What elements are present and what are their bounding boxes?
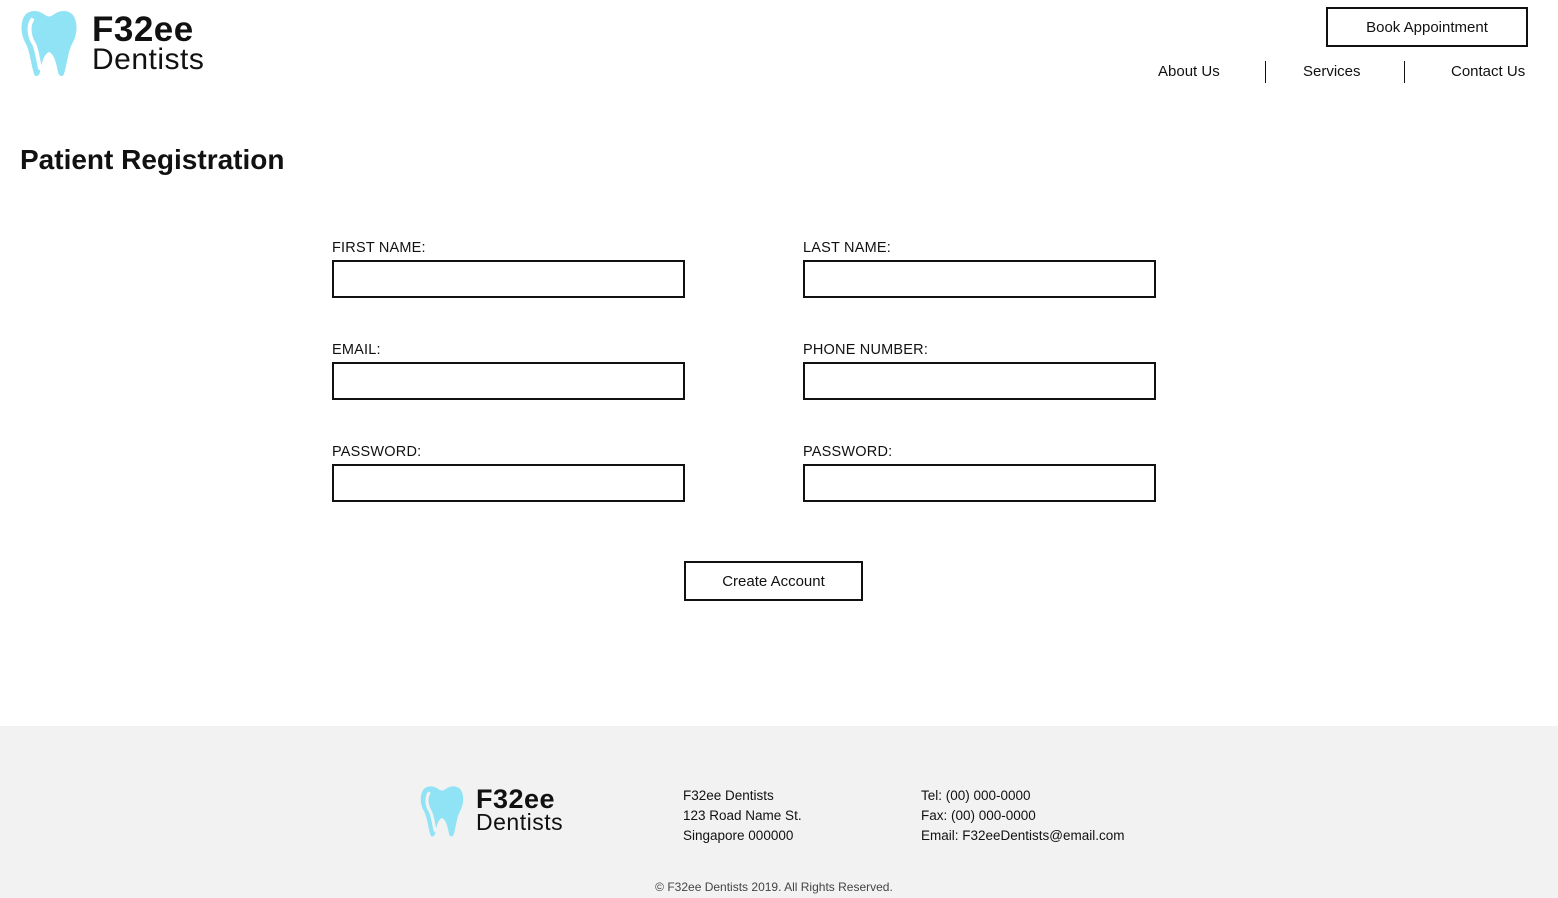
nav-divider bbox=[1265, 61, 1266, 83]
confirm-password-label: PASSWORD: bbox=[803, 444, 893, 460]
phone-field: PHONE NUMBER: bbox=[803, 342, 1157, 400]
footer-logo[interactable]: F32ee Dentists bbox=[418, 784, 563, 838]
last-name-input[interactable] bbox=[803, 260, 1156, 298]
first-name-label: FIRST NAME: bbox=[332, 240, 426, 256]
nav-about-us[interactable]: About Us bbox=[1158, 63, 1220, 80]
create-account-button[interactable]: Create Account bbox=[684, 561, 863, 601]
tooth-icon bbox=[420, 786, 464, 837]
last-name-field: LAST NAME: bbox=[803, 240, 1157, 298]
brand-subtitle: Dentists bbox=[92, 43, 205, 76]
email-field: EMAIL: bbox=[332, 342, 686, 400]
email-label: EMAIL: bbox=[332, 342, 381, 358]
footer-tel: Tel: (00) 000-0000 bbox=[921, 788, 1031, 803]
nav-contact-us[interactable]: Contact Us bbox=[1451, 63, 1525, 80]
first-name-field: FIRST NAME: bbox=[332, 240, 686, 298]
site-footer: F32ee Dentists F32ee Dentists 123 Road N… bbox=[0, 726, 1558, 898]
footer-fax: Fax: (00) 000-0000 bbox=[921, 808, 1036, 823]
site-logo[interactable]: F32ee Dentists bbox=[18, 8, 204, 78]
footer-email[interactable]: Email: F32eeDentists@email.com bbox=[921, 826, 1125, 846]
confirm-password-input[interactable] bbox=[803, 464, 1156, 502]
footer-address: F32ee Dentists 123 Road Name St. Singapo… bbox=[683, 786, 802, 846]
tooth-icon bbox=[21, 11, 77, 77]
confirm-password-field: PASSWORD: bbox=[803, 444, 1157, 502]
copyright-text: © F32ee Dentists 2019. All Rights Reserv… bbox=[655, 880, 893, 894]
footer-contact: Tel: (00) 000-0000 Fax: (00) 000-0000 Em… bbox=[921, 786, 1125, 846]
site-header: F32ee Dentists Book Appointment About Us… bbox=[0, 0, 1558, 110]
book-appointment-button[interactable]: Book Appointment bbox=[1326, 7, 1528, 47]
password-label: PASSWORD: bbox=[332, 444, 422, 460]
first-name-input[interactable] bbox=[332, 260, 685, 298]
footer-brand-subtitle: Dentists bbox=[476, 809, 564, 835]
nav-divider bbox=[1404, 61, 1405, 83]
brand-name: F32ee bbox=[92, 10, 194, 49]
address-line: 123 Road Name St. bbox=[683, 808, 802, 823]
address-line: Singapore 000000 bbox=[683, 828, 794, 843]
page-title: Patient Registration bbox=[20, 144, 285, 175]
phone-input[interactable] bbox=[803, 362, 1156, 400]
password-field: PASSWORD: bbox=[332, 444, 686, 502]
phone-label: PHONE NUMBER: bbox=[803, 342, 929, 358]
nav-services[interactable]: Services bbox=[1303, 63, 1361, 80]
address-line: F32ee Dentists bbox=[683, 788, 774, 803]
password-input[interactable] bbox=[332, 464, 685, 502]
last-name-label: LAST NAME: bbox=[803, 240, 891, 256]
email-input[interactable] bbox=[332, 362, 685, 400]
